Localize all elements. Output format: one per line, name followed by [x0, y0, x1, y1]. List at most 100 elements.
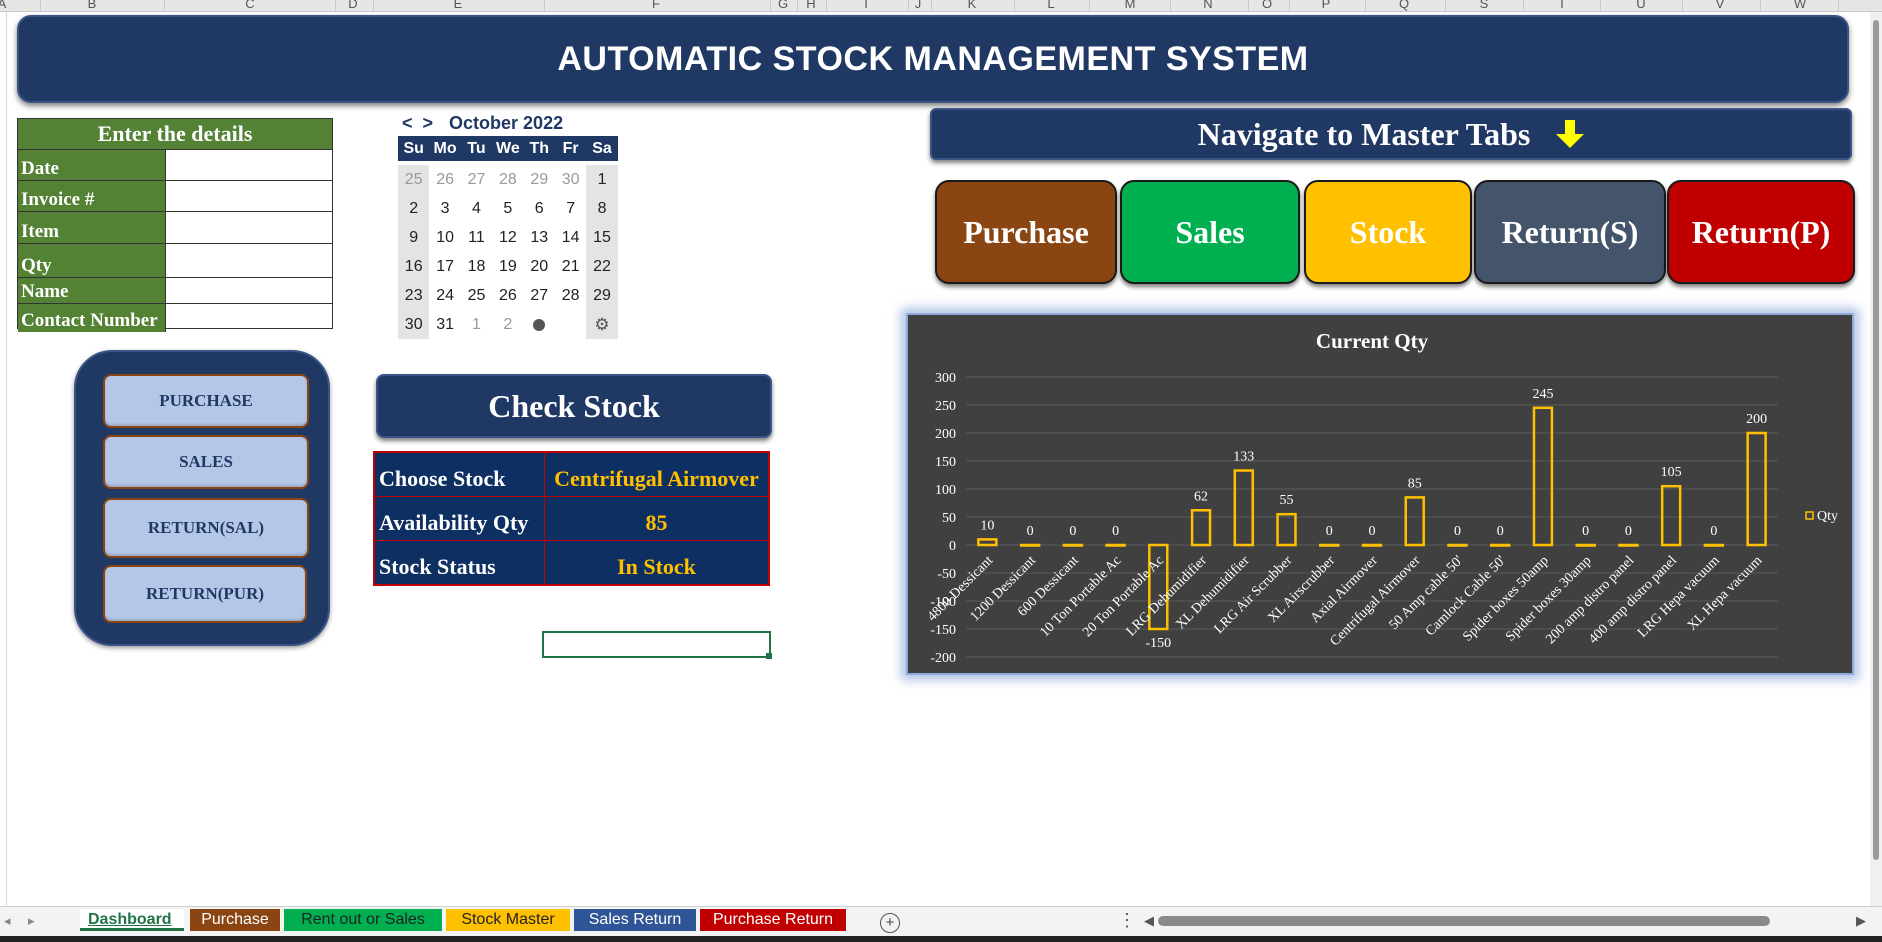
calendar-day[interactable]: 28 — [492, 165, 523, 194]
calendar-day[interactable]: 26 — [492, 281, 523, 310]
chart-bar[interactable] — [1276, 512, 1297, 547]
column-letter[interactable]: V — [1716, 0, 1725, 11]
contact-number-field[interactable] — [166, 304, 332, 332]
column-letter[interactable]: O — [1262, 0, 1272, 11]
calendar-day[interactable]: 25 — [398, 165, 430, 194]
chart-bar[interactable] — [1105, 543, 1126, 547]
calendar-day[interactable]: 10 — [429, 223, 460, 252]
calendar-day[interactable]: 3 — [429, 194, 460, 223]
column-letter[interactable]: T — [1558, 0, 1566, 11]
chart-bar[interactable] — [1361, 543, 1383, 547]
chart-bar[interactable] — [1660, 484, 1682, 547]
chart-bar[interactable] — [1575, 543, 1596, 547]
chart-bar[interactable] — [1447, 543, 1468, 547]
return-pur-nav-button[interactable]: RETURN(PUR) — [103, 565, 307, 623]
calendar-day[interactable]: 17 — [429, 252, 460, 281]
fill-handle[interactable] — [766, 653, 772, 659]
column-letter[interactable]: K — [968, 0, 977, 11]
calendar-day[interactable]: 20 — [524, 252, 555, 281]
calendar-day[interactable]: 2 — [492, 310, 523, 339]
calendar-day[interactable]: 22 — [586, 252, 618, 281]
column-letter[interactable]: N — [1203, 0, 1212, 11]
calendar-day[interactable]: 24 — [429, 281, 460, 310]
return-s-master-button[interactable]: Return(S) — [1474, 180, 1666, 284]
calendar-day[interactable]: 29 — [586, 281, 618, 310]
gear-icon[interactable]: ⚙ — [586, 310, 618, 339]
current-qty-chart[interactable]: Current Qty 300 250 200 150 100 50 0 -50 -100 -150… — [906, 313, 1854, 675]
calendar-day[interactable]: 15 — [586, 223, 618, 252]
chart-bar[interactable] — [1532, 406, 1554, 547]
calendar-day[interactable]: 26 — [429, 165, 460, 194]
purchase-master-button[interactable]: Purchase — [935, 180, 1117, 284]
chart-bar[interactable] — [1233, 469, 1255, 547]
calendar-day[interactable]: 28 — [555, 281, 586, 310]
purchase-nav-button[interactable]: PURCHASE — [103, 374, 309, 428]
chart-bar[interactable] — [1404, 496, 1425, 547]
calendar-day[interactable]: 13 — [524, 223, 555, 252]
column-letter[interactable]: U — [1636, 0, 1645, 11]
item-field[interactable] — [166, 212, 332, 243]
calendar-day[interactable]: 1 — [586, 165, 618, 194]
calendar-day[interactable]: 4 — [461, 194, 492, 223]
next-month-button[interactable]: > — [423, 113, 434, 134]
plus-icon[interactable]: + — [880, 913, 900, 933]
column-letter[interactable]: I — [864, 0, 868, 11]
stock-master-button[interactable]: Stock — [1304, 180, 1472, 284]
calendar-day[interactable]: 6 — [524, 194, 555, 223]
prev-month-button[interactable]: < — [402, 113, 413, 134]
calendar-day[interactable]: 19 — [492, 252, 523, 281]
tab-dashboard[interactable]: Dashboard — [80, 909, 184, 931]
sales-nav-button[interactable]: SALES — [103, 435, 309, 489]
column-letter[interactable]: W — [1794, 0, 1806, 11]
column-letter[interactable]: C — [245, 0, 254, 11]
column-letter[interactable]: A — [0, 0, 6, 11]
qty-field[interactable] — [166, 244, 332, 277]
calendar-day[interactable]: 12 — [492, 223, 523, 252]
name-field[interactable] — [166, 278, 332, 303]
chart-bar[interactable] — [1019, 543, 1041, 547]
chart-bar[interactable] — [1618, 543, 1639, 547]
column-letter[interactable]: Q — [1399, 0, 1409, 11]
calendar-day[interactable]: 9 — [398, 223, 430, 252]
calendar-day[interactable]: 2 — [398, 194, 430, 223]
horizontal-scroll-thumb[interactable] — [1158, 916, 1770, 926]
calendar-day[interactable]: 14 — [555, 223, 586, 252]
column-letter[interactable]: G — [778, 0, 788, 11]
calendar-day[interactable]: 27 — [524, 281, 555, 310]
calendar-day[interactable]: 16 — [398, 252, 430, 281]
column-letter[interactable]: D — [348, 0, 357, 11]
clock-icon[interactable] — [524, 310, 555, 339]
calendar-day[interactable]: 21 — [555, 252, 586, 281]
calendar-day[interactable]: 30 — [398, 310, 430, 339]
calendar-day[interactable]: 8 — [586, 194, 618, 223]
return-sal-nav-button[interactable]: RETURN(SAL) — [103, 498, 309, 558]
chart-bar[interactable] — [977, 538, 998, 547]
column-letter[interactable]: J — [915, 0, 922, 11]
calendar-day[interactable]: 31 — [429, 310, 460, 339]
tab-sales-return[interactable]: Sales Return — [574, 909, 696, 931]
calendar-day[interactable]: 30 — [555, 165, 586, 194]
more-options-icon[interactable]: ⋮ — [1118, 910, 1136, 931]
column-letter[interactable]: E — [454, 0, 463, 11]
tab-scroll-right-icon[interactable]: ▸ — [28, 913, 35, 929]
date-field[interactable] — [166, 150, 332, 180]
tab-rent-out-or-sales[interactable]: Rent out or Sales — [284, 909, 442, 931]
tab-stock-master[interactable]: Stock Master — [446, 909, 570, 931]
chart-bar[interactable] — [1489, 543, 1511, 547]
column-letter[interactable]: M — [1125, 0, 1136, 11]
calendar-day[interactable]: 29 — [524, 165, 555, 194]
column-letter[interactable]: S — [1480, 0, 1489, 11]
column-letter[interactable]: B — [88, 0, 97, 11]
return-p-master-button[interactable]: Return(P) — [1667, 180, 1855, 284]
column-letter[interactable]: H — [806, 0, 815, 11]
hscroll-left-icon[interactable]: ◀ — [1144, 913, 1154, 929]
chart-bar[interactable] — [1062, 543, 1084, 547]
selected-cell[interactable] — [542, 631, 771, 658]
column-letter[interactable]: L — [1047, 0, 1054, 11]
vertical-scroll-thumb[interactable] — [1873, 20, 1879, 860]
column-letter[interactable]: P — [1322, 0, 1331, 11]
chart-bar[interactable] — [1703, 543, 1725, 547]
tab-purchase[interactable]: Purchase — [190, 909, 280, 931]
invoice-field[interactable] — [166, 181, 332, 211]
calendar-day[interactable]: 27 — [461, 165, 492, 194]
